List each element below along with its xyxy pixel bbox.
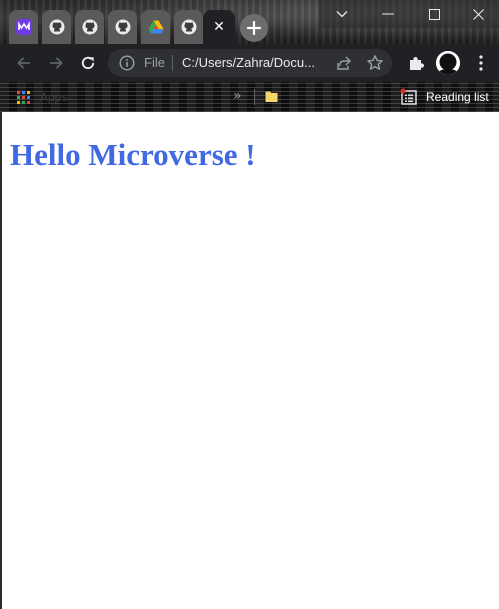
- github-icon: [49, 19, 64, 35]
- chevron-down-icon: [336, 11, 348, 18]
- maximize-button[interactable]: [411, 0, 457, 28]
- apps-bookmark[interactable]: Apps: [40, 90, 67, 104]
- close-window-button[interactable]: [457, 0, 499, 28]
- github-icon: [181, 19, 196, 35]
- scheme-label: File: [144, 55, 165, 70]
- back-button[interactable]: [14, 53, 34, 73]
- plus-icon: [247, 21, 261, 35]
- reload-icon: [81, 56, 95, 70]
- close-tab-icon[interactable]: ✕: [213, 19, 225, 35]
- more-menu-icon[interactable]: [478, 54, 484, 72]
- back-arrow-icon: [17, 57, 30, 69]
- folder-icon[interactable]: [265, 90, 278, 103]
- tab-github-4[interactable]: [174, 10, 203, 44]
- page-viewport: Hello Microverse !: [0, 112, 499, 609]
- star-icon[interactable]: [366, 54, 384, 72]
- omnibox-divider: [172, 55, 173, 71]
- info-icon[interactable]: [119, 55, 135, 71]
- url-text[interactable]: C:/Users/Zahra/Docu...: [182, 55, 328, 71]
- new-tab-button[interactable]: [240, 14, 268, 42]
- tab-github-1[interactable]: [42, 10, 71, 44]
- github-icon: [115, 19, 130, 35]
- tab-github-3[interactable]: [108, 10, 137, 44]
- extensions-puzzle-icon[interactable]: [407, 54, 425, 72]
- page-heading: Hello Microverse !: [10, 137, 256, 172]
- bookmarks-bar: Apps » Reading list: [0, 82, 499, 112]
- tab-microverse[interactable]: [9, 10, 38, 44]
- tab-github-2[interactable]: [75, 10, 104, 44]
- address-bar[interactable]: File C:/Users/Zahra/Docu...: [108, 49, 392, 77]
- apps-grid-icon[interactable]: [17, 91, 30, 104]
- forward-arrow-icon: [50, 57, 63, 69]
- google-drive-icon: [148, 20, 163, 34]
- tab-google-drive[interactable]: [141, 10, 170, 44]
- bookmarks-divider: [254, 89, 255, 105]
- reading-list-button[interactable]: Reading list: [426, 90, 489, 104]
- browser-toolbar: File C:/Users/Zahra/Docu...: [0, 44, 499, 82]
- maximize-icon: [428, 8, 440, 20]
- tab-search-button[interactable]: [319, 0, 365, 28]
- bookmarks-overflow-button[interactable]: »: [233, 88, 242, 104]
- profile-avatar[interactable]: [436, 51, 460, 75]
- share-icon[interactable]: [336, 55, 352, 71]
- close-icon: [472, 8, 484, 20]
- microverse-icon: [15, 19, 32, 35]
- minimize-button[interactable]: [365, 0, 411, 28]
- tab-active[interactable]: ✕: [203, 10, 235, 44]
- tab-strip: ✕: [0, 0, 499, 44]
- reload-button[interactable]: [78, 53, 98, 73]
- profile-icon: [436, 51, 460, 75]
- reading-list-icon[interactable]: [400, 88, 418, 106]
- forward-button[interactable]: [46, 53, 66, 73]
- github-icon: [82, 19, 97, 35]
- minimize-icon: [382, 13, 394, 15]
